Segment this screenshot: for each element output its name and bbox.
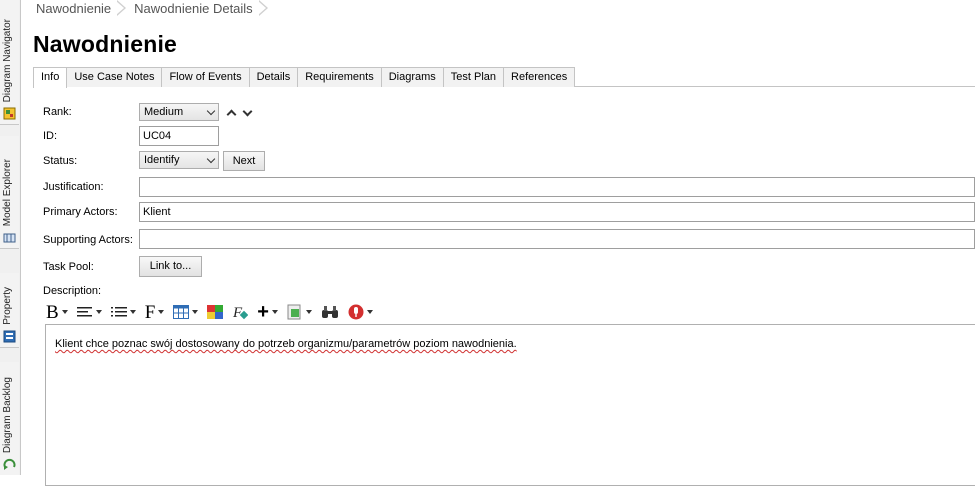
align-button[interactable] [76,306,102,318]
rank-up-icon[interactable] [226,109,237,120]
bold-icon: B [46,301,59,323]
breadcrumb-separator-icon [257,0,268,16]
tab-references[interactable]: References [503,67,576,87]
sidebar-tab-label: Diagram Backlog [2,376,13,453]
rank-label: Rank: [43,106,72,118]
tab-bar: Info Use Case Notes Flow of Events Detai… [33,67,576,88]
dropdown-arrow-icon [95,310,102,314]
color-palette-icon [207,305,224,319]
status-select[interactable]: Identify [139,151,219,169]
status-label: Status: [43,155,78,167]
primary-actors-label: Primary Actors: [43,206,118,218]
status-select-value: Identify [144,154,180,166]
diagram-backlog-icon [3,458,16,470]
sidebar-tab-model-explorer[interactable]: Model Explorer [0,136,19,249]
primary-actors-field[interactable]: Klient [139,202,975,222]
justification-field[interactable] [139,177,975,197]
rank-select[interactable]: Medium [139,103,219,121]
id-label: ID: [43,130,58,142]
format-painter-icon: F [232,305,249,320]
breadcrumb-item[interactable]: Nawodnienie Details [126,1,259,16]
supporting-actors-field[interactable] [139,229,975,249]
next-button[interactable]: Next [223,151,265,171]
sidebar-tab-label: Diagram Navigator [2,18,13,102]
dropdown-arrow-icon [61,310,68,314]
tab-flow-of-events[interactable]: Flow of Events [161,67,250,87]
rank-down-icon[interactable] [242,106,253,117]
dropdown-arrow-icon [158,310,165,314]
tab-diagrams[interactable]: Diagrams [380,67,444,87]
supporting-actors-label: Supporting Actors: [43,234,133,246]
tab-info[interactable]: Info [33,67,68,88]
tab-details[interactable]: Details [248,67,299,87]
description-editor[interactable]: Klient chce poznac swój dostosowany do p… [45,324,975,486]
dropdown-arrow-icon [271,310,278,314]
microphone-icon [348,304,364,320]
insert-button[interactable]: + [257,301,278,323]
left-sidebar: Diagram Navigator Model Explorer Propert… [0,0,21,475]
bold-button[interactable]: B [46,303,68,322]
binoculars-icon [321,306,338,318]
dropdown-arrow-icon [366,310,373,314]
voice-input-button[interactable] [348,304,373,320]
chevron-down-icon [206,154,216,164]
chevron-down-icon [206,106,216,116]
dropdown-arrow-icon [305,310,312,314]
description-label: Description: [43,285,102,297]
table-icon [173,305,190,319]
page-title: Nawodnienie [33,31,178,57]
format-painter-button[interactable]: F [232,304,249,320]
property-icon [3,330,16,343]
align-left-icon [76,307,92,317]
model-explorer-icon [3,233,16,243]
table-button[interactable] [173,305,199,319]
dropdown-arrow-icon [129,310,136,314]
tab-test-plan[interactable]: Test Plan [442,67,505,87]
description-text: Klient chce poznac swój dostosowany do p… [55,338,517,350]
font-icon: F [144,301,156,323]
diagram-navigator-icon [3,107,16,120]
sidebar-tab-label: Model Explorer [2,158,13,226]
breadcrumb-item[interactable]: Nawodnienie [28,1,117,16]
task-pool-label: Task Pool: [43,261,94,273]
tab-use-case-notes[interactable]: Use Case Notes [66,67,163,87]
editor-toolbar: B F F + [46,301,382,323]
color-button[interactable] [207,305,224,319]
image-button[interactable] [287,304,312,320]
breadcrumb-separator-icon [116,0,127,16]
dropdown-arrow-icon [192,310,199,314]
bullet-list-icon [110,307,127,317]
list-button[interactable] [110,306,136,318]
sidebar-tab-property[interactable]: Property [0,273,19,348]
svg-text:F: F [232,305,243,320]
breadcrumb: Nawodnienie Nawodnienie Details [28,0,268,16]
sidebar-tab-diagram-backlog[interactable]: Diagram Backlog [0,362,19,475]
plus-icon: + [257,301,269,323]
link-to-button[interactable]: Link to... [139,256,202,277]
sidebar-tab-label: Property [2,287,13,325]
font-button[interactable]: F [145,303,165,322]
rank-select-value: Medium [144,106,184,118]
id-field[interactable]: UC04 [139,126,219,146]
tab-requirements[interactable]: Requirements [297,67,382,87]
justification-label: Justification: [43,181,104,193]
find-button[interactable] [321,305,339,319]
insert-image-icon [287,304,301,320]
sidebar-tab-diagram-navigator[interactable]: Diagram Navigator [0,0,19,125]
